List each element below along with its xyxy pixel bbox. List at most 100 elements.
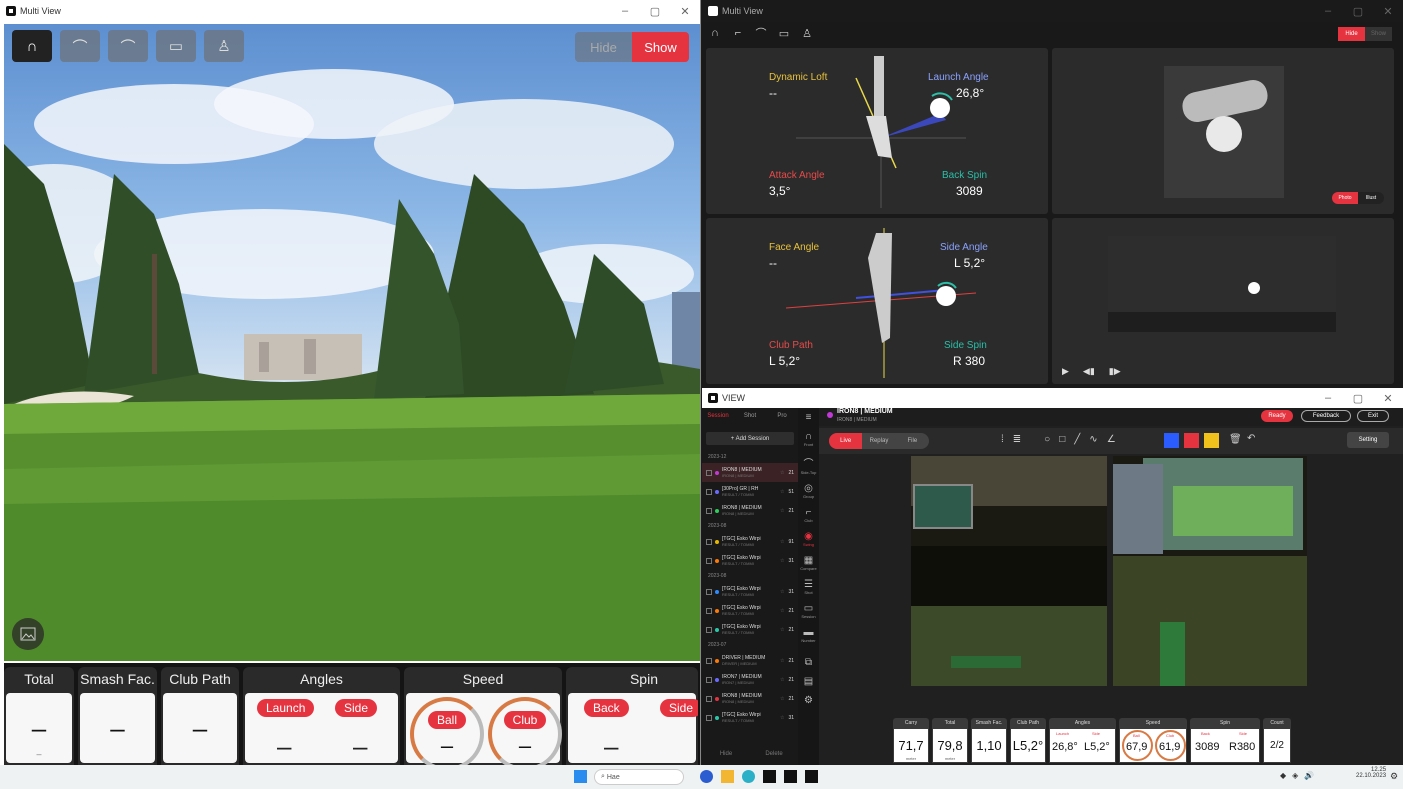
app-icon-2[interactable] [784, 770, 797, 783]
star-icon[interactable]: ☆ [780, 627, 784, 633]
session-list-item[interactable]: [TGC] Esko Wirpi RESULT / TOMMI ☆ 91 [702, 532, 798, 551]
close-icon[interactable]: ✕ [1373, 0, 1403, 22]
hide-button[interactable]: Hide [1338, 27, 1365, 41]
star-icon[interactable]: ☆ [780, 589, 784, 595]
session-checkbox[interactable] [706, 588, 712, 595]
session-checkbox[interactable] [706, 488, 712, 495]
star-icon[interactable]: ☆ [780, 658, 784, 664]
session-checkbox[interactable] [706, 538, 712, 545]
rectangle-tool-icon[interactable]: □ [1059, 434, 1065, 445]
search-box[interactable]: ⌕ Hae [594, 769, 684, 785]
star-icon[interactable]: ☆ [780, 677, 784, 683]
session-list-item[interactable]: [TGC] Esko Wirpi RESULT / TOMMI ☆ 31 [702, 708, 798, 727]
image-toggle-button[interactable] [12, 618, 44, 650]
session-list-item[interactable]: [TGC] Esko Wirpi RESULT / TOMMI ☆ 21 [702, 620, 798, 639]
star-icon[interactable]: ☆ [780, 558, 784, 564]
front-view-button[interactable]: ∩ Front [798, 431, 819, 447]
session-list-item[interactable]: IRON8 | MEDIUM IRON8 | MEDIUM ☆ 21 [702, 501, 798, 520]
star-icon[interactable]: ☆ [780, 696, 784, 702]
session-list-item[interactable]: IRON8 | MEDIUM IRON8 | MEDIUM ☆ 21 [702, 689, 798, 708]
session-list-item[interactable]: IRON7 | MEDIUM IRON7 | MEDIUM ☆ 21 [702, 670, 798, 689]
close-icon[interactable]: ✕ [670, 0, 700, 22]
step-back-icon[interactable]: ◀▮ [1083, 366, 1095, 377]
swing-view-button[interactable]: ◉ Swing [798, 531, 819, 547]
trajectory-view-button[interactable]: ∩ [12, 30, 52, 62]
edge-browser-icon[interactable] [742, 770, 755, 783]
circle-tool-icon[interactable]: ○ [1044, 434, 1050, 445]
session-list-item[interactable]: DRIVER | MEDIUM DRIVER | MEDIUM ☆ 21 [702, 651, 798, 670]
file-explorer-icon[interactable] [721, 770, 734, 783]
play-icon[interactable]: ▶ [1062, 366, 1069, 377]
export-button[interactable]: ⧉ [798, 657, 819, 668]
star-icon[interactable]: ☆ [780, 539, 784, 545]
hide-button[interactable]: Hide [702, 751, 750, 765]
app-icon-1[interactable] [763, 770, 776, 783]
save-button[interactable]: ▤ [798, 676, 819, 687]
volume-tray-icon[interactable]: 🔊 [1304, 771, 1314, 780]
group-view-button[interactable]: ◎ Group [798, 483, 819, 499]
ready-button[interactable]: Ready [1261, 410, 1293, 422]
curve-tool-icon[interactable]: ∿ [1089, 434, 1097, 445]
data-view-button[interactable]: ▭ [156, 30, 196, 62]
hide-button[interactable]: Hide [575, 32, 632, 62]
golfer-icon[interactable]: ♙ [798, 24, 816, 42]
trash-icon[interactable]: 🗑 [1229, 434, 1242, 445]
exit-button[interactable]: Exit [1357, 410, 1389, 422]
session-list-item[interactable]: IRON8 | MEDIUM IRON8 | MEDIUM ☆ 21 [702, 463, 798, 482]
session-view-button[interactable]: ▭ Session [798, 603, 819, 619]
flight-view-button[interactable]: ⌒ [108, 30, 148, 62]
number-view-button[interactable]: ▬ Number [798, 627, 819, 643]
maximize-icon[interactable]: ▢ [1343, 388, 1373, 408]
settings-button[interactable]: ⚙ [798, 695, 819, 706]
compare-view-button[interactable]: ▦ Compare [798, 555, 819, 571]
tab-shot[interactable]: Shot [734, 413, 766, 419]
minimize-icon[interactable]: – [610, 0, 640, 22]
footprint-icon[interactable]: ⁞ [1001, 434, 1004, 445]
show-button[interactable]: Show [1365, 27, 1392, 41]
session-checkbox[interactable] [706, 469, 712, 476]
club-view-button[interactable]: ⌒ [60, 30, 100, 62]
monitor-icon[interactable]: ▭ [775, 24, 793, 42]
tab-session[interactable]: Session [702, 413, 734, 419]
side-top-view-button[interactable]: ⌒ Side-Top [798, 455, 819, 475]
star-icon[interactable]: ☆ [780, 715, 784, 721]
show-button[interactable]: Show [632, 32, 689, 62]
clock[interactable]: 12.25 22.10.2023 [1356, 767, 1386, 779]
teams-app-icon[interactable] [700, 770, 713, 783]
session-list-item[interactable]: [30Pro] GR | RH RESULT / TOMMI ☆ 51 [702, 482, 798, 501]
network-tray-icon[interactable]: ◈ [1292, 771, 1298, 780]
session-checkbox[interactable] [706, 507, 712, 514]
session-checkbox[interactable] [706, 626, 712, 633]
notification-icon[interactable]: ⚙ [1390, 771, 1398, 782]
session-list-item[interactable]: [TGC] Esko Wirpi RESULT / TOMMI ☆ 21 [702, 601, 798, 620]
line-tool-icon[interactable]: ╱ [1074, 434, 1080, 445]
app-icon-3[interactable] [805, 770, 818, 783]
maximize-icon[interactable]: ▢ [1343, 0, 1373, 22]
star-icon[interactable]: ☆ [780, 608, 784, 614]
red-color-swatch[interactable] [1184, 433, 1199, 448]
delete-button[interactable]: Delete [750, 751, 798, 765]
session-checkbox[interactable] [706, 676, 712, 683]
undo-icon[interactable]: ↶ [1247, 433, 1255, 444]
club-view-button[interactable]: ⌐ Club [798, 507, 819, 523]
session-checkbox[interactable] [706, 714, 712, 721]
club-icon[interactable]: ⌐ [729, 24, 747, 42]
star-icon[interactable]: ☆ [780, 508, 784, 514]
start-icon[interactable] [574, 770, 587, 783]
session-list-item[interactable]: [TGC] Esko Wirpi RESULT / TOMMI ☆ 31 [702, 582, 798, 601]
arc-icon[interactable]: ∩ [706, 24, 724, 42]
maximize-icon[interactable]: ▢ [640, 0, 670, 22]
minimize-icon[interactable]: – [1313, 388, 1343, 408]
illust-button[interactable]: Illust [1358, 192, 1384, 204]
star-icon[interactable]: ☆ [780, 470, 784, 476]
session-checkbox[interactable] [706, 657, 712, 664]
close-icon[interactable]: ✕ [1373, 388, 1403, 408]
step-forward-icon[interactable]: ▮▶ [1109, 366, 1121, 377]
menu-button[interactable]: ≡ [798, 412, 819, 423]
layout-icon[interactable]: ≣ [1013, 434, 1021, 445]
security-tray-icon[interactable]: ◆ [1280, 771, 1286, 780]
angle-tool-icon[interactable]: ∠ [1107, 434, 1116, 445]
blue-color-swatch[interactable] [1164, 433, 1179, 448]
setting-button[interactable]: Setting [1347, 432, 1389, 448]
file-button[interactable]: File [896, 433, 929, 449]
